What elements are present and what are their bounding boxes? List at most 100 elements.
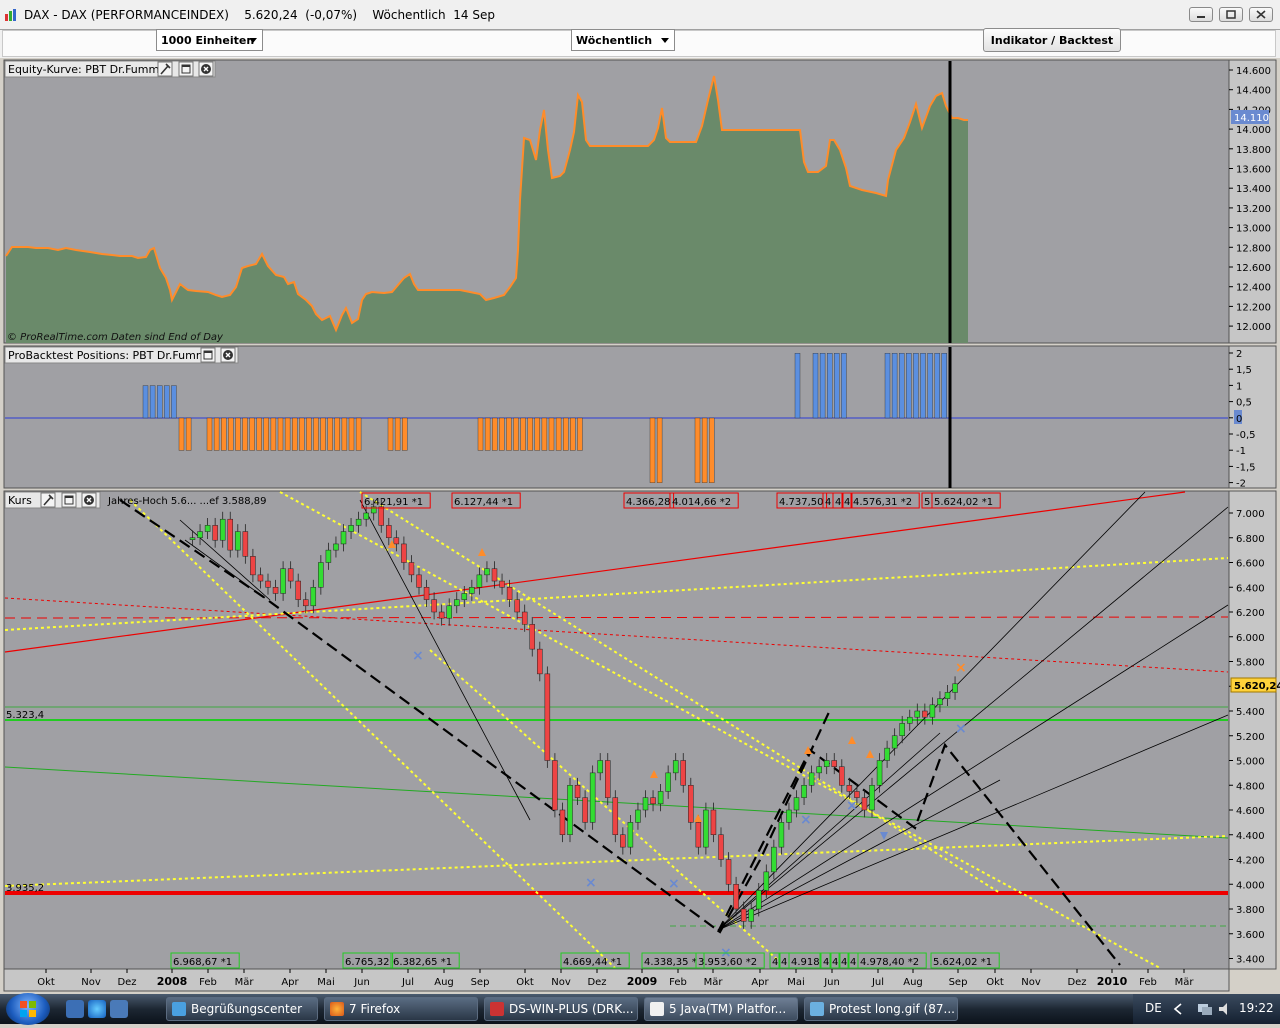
svg-text:×: ×: [412, 648, 424, 664]
task-welcome-center[interactable]: Begrüßungscenter: [166, 997, 318, 1021]
wrench-icon[interactable]: [157, 61, 173, 77]
candle-body: [416, 574, 422, 588]
positions-plot[interactable]: [3, 345, 1230, 489]
candle-body: [914, 710, 921, 718]
period-dropdown-value: Wöchentlich: [576, 34, 653, 47]
clock[interactable]: 19:22: [1239, 1001, 1274, 1015]
task-protest-gif[interactable]: Protest long.gif (87...: [804, 997, 958, 1021]
task-label: 5 Java(TM) Platfor...: [669, 1002, 787, 1016]
chevron-left-icon[interactable]: [1173, 1003, 1183, 1015]
bottom-label: 3.953,60 *2: [698, 957, 757, 968]
position-bar: [164, 385, 170, 419]
position-bar: [534, 417, 540, 451]
close-panel-icon[interactable]: [81, 492, 97, 508]
price-axis-label: 3.400: [1236, 955, 1265, 966]
time-axis[interactable]: [3, 968, 1230, 992]
candle-body: [303, 599, 309, 607]
equity-axis[interactable]: [1228, 59, 1277, 344]
support-level-lower-label: 3.935,2: [6, 883, 44, 894]
image-viewer-icon: [810, 1002, 824, 1016]
candle-body: [718, 834, 724, 860]
position-bar: [341, 417, 348, 451]
bottom-label: 4.918: [791, 957, 820, 968]
position-bar: [142, 385, 149, 419]
show-desktop-icon[interactable]: [66, 1000, 84, 1018]
candle-body: [672, 760, 679, 774]
candle-body: [869, 785, 875, 811]
candle-body: [559, 809, 566, 835]
price-axis-label: 6.200: [1236, 608, 1265, 619]
units-dropdown-value: 1000 Einheiten: [161, 34, 255, 47]
equity-footer-text: © ProRealTime.com Daten sind End of Day: [7, 332, 224, 343]
candle-body: [823, 760, 830, 767]
position-bar: [334, 417, 340, 451]
candle-body: [325, 549, 332, 563]
position-bar: [555, 417, 562, 451]
windows-logo-icon: [20, 1001, 36, 1017]
internet-explorer-icon[interactable]: [88, 1000, 106, 1018]
price-axis-label: 6.800: [1236, 534, 1265, 545]
task-firefox[interactable]: 7 Firefox: [324, 997, 478, 1021]
candle-body: [808, 772, 815, 786]
candle-body: [423, 587, 430, 600]
task-java[interactable]: 5 Java(TM) Platfor...: [644, 997, 798, 1021]
candle-body: [506, 587, 513, 600]
bottom-label: 4.338,35 *: [644, 957, 697, 968]
task-label: Begrüßungscenter: [191, 1002, 303, 1016]
time-axis-label: Aug: [903, 977, 923, 988]
task-label: 7 Firefox: [349, 1002, 401, 1016]
price-axis-label: 3.600: [1236, 930, 1265, 941]
start-button[interactable]: [6, 993, 50, 1025]
candle-body: [763, 871, 770, 891]
candle-body: [280, 568, 286, 594]
window-icon[interactable]: [61, 492, 77, 508]
position-bar: [327, 417, 333, 451]
top-label: 6.421,91 *1: [364, 497, 423, 508]
candle-body: [650, 797, 656, 805]
svg-text:×: ×: [668, 876, 680, 892]
price-axis-label: 6.600: [1236, 559, 1265, 570]
time-axis-label: Nov: [551, 977, 571, 988]
candle-body: [197, 531, 203, 538]
position-bar: [906, 353, 912, 419]
candle-body: [899, 723, 905, 736]
network-icon[interactable]: [1197, 1002, 1213, 1016]
switch-windows-icon[interactable]: [110, 1000, 128, 1018]
maximize-button[interactable]: [1219, 7, 1243, 22]
candle-body: [431, 599, 437, 613]
price-axis-label: 6.000: [1236, 633, 1265, 644]
task-label: DS-WIN-PLUS (DRK...: [509, 1002, 634, 1016]
time-axis-label: Sep: [949, 977, 968, 988]
position-bar: [256, 417, 262, 451]
equity-axis-label: 12.000: [1236, 322, 1271, 333]
candle-body: [265, 580, 271, 588]
task-ds-win-plus[interactable]: DS-WIN-PLUS (DRK...: [484, 997, 638, 1021]
position-bar: [185, 417, 192, 451]
close-button[interactable]: [1249, 7, 1273, 22]
units-dropdown[interactable]: 1000 Einheiten: [156, 29, 263, 51]
price-axis-label: 5.800: [1236, 658, 1265, 669]
price-plot[interactable]: [3, 490, 1230, 970]
candle-body: [235, 531, 241, 551]
position-bar: [841, 353, 847, 419]
close-panel-icon[interactable]: [198, 61, 214, 77]
wrench-icon[interactable]: [40, 492, 56, 508]
candle-body: [891, 735, 898, 749]
language-indicator[interactable]: DE: [1145, 1001, 1162, 1015]
equity-axis-label: 13.000: [1236, 224, 1271, 235]
window-icon[interactable]: [178, 61, 194, 77]
close-panel-icon[interactable]: [220, 347, 236, 363]
position-bar: [570, 417, 576, 451]
time-axis-label: Jul: [871, 977, 884, 988]
bottom-label: 4: [841, 957, 847, 968]
chart-canvas[interactable]: 14.600 14.400 1 4.200 14.000 13.800 13.600 13.4…: [0, 58, 1280, 992]
position-bar: [563, 417, 569, 451]
minimize-button[interactable]: [1189, 7, 1213, 22]
equity-panel-title: Equity-Kurve: PBT Dr.Fummel: [8, 63, 169, 76]
indicator-backtest-button[interactable]: Indikator / Backtest: [983, 28, 1121, 52]
candle-body: [438, 611, 445, 619]
volume-icon[interactable]: [1217, 1002, 1233, 1016]
candle-body: [597, 760, 603, 774]
window-icon[interactable]: [200, 347, 216, 363]
period-dropdown[interactable]: Wöchentlich: [571, 29, 675, 51]
